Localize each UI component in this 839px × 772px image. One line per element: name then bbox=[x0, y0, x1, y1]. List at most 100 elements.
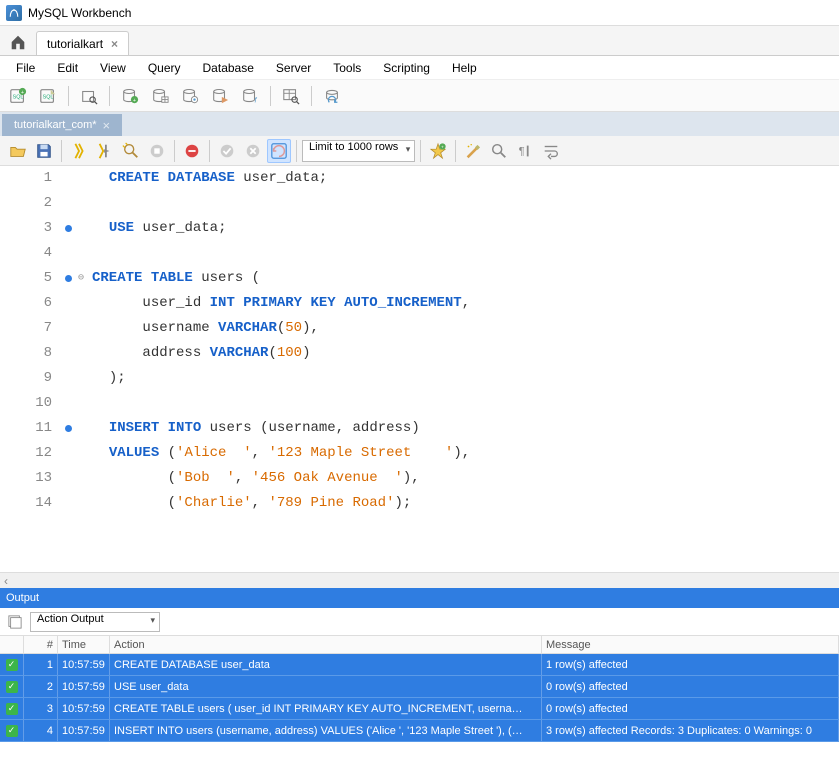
scroll-left-icon[interactable]: ‹ bbox=[4, 574, 8, 588]
home-button[interactable] bbox=[4, 29, 32, 55]
code-line[interactable] bbox=[92, 241, 839, 266]
menu-help[interactable]: Help bbox=[442, 58, 487, 78]
code-line[interactable] bbox=[92, 391, 839, 416]
statement-dot-icon bbox=[65, 275, 72, 282]
menu-scripting[interactable]: Scripting bbox=[373, 58, 440, 78]
code-line[interactable]: VALUES ('Alice ', '123 Maple Street '), bbox=[92, 441, 839, 466]
editor-tab[interactable]: tutorialkart_com* × bbox=[2, 114, 122, 136]
line-number: 6 bbox=[0, 291, 52, 316]
execute-current-icon[interactable] bbox=[93, 139, 117, 163]
status-cell: ✓ bbox=[0, 654, 24, 675]
snippets-icon[interactable]: + bbox=[426, 139, 450, 163]
row-time: 10:57:59 bbox=[58, 654, 110, 675]
menu-server[interactable]: Server bbox=[266, 58, 321, 78]
statement-marker bbox=[58, 366, 78, 391]
connection-tab-label: tutorialkart bbox=[47, 37, 103, 51]
line-number: 4 bbox=[0, 241, 52, 266]
output-row[interactable]: ✓110:57:59CREATE DATABASE user_data1 row… bbox=[0, 654, 839, 676]
close-icon[interactable]: × bbox=[111, 37, 118, 51]
menu-edit[interactable]: Edit bbox=[47, 58, 88, 78]
line-number: 13 bbox=[0, 466, 52, 491]
code-line[interactable] bbox=[92, 191, 839, 216]
code-line[interactable]: USE user_data; bbox=[92, 216, 839, 241]
svg-text:¶: ¶ bbox=[519, 145, 525, 157]
output-type-select[interactable]: Action Output bbox=[30, 612, 160, 632]
stop-icon[interactable] bbox=[145, 139, 169, 163]
code-line[interactable]: CREATE DATABASE user_data; bbox=[92, 166, 839, 191]
output-row[interactable]: ✓410:57:59INSERT INTO users (username, a… bbox=[0, 720, 839, 742]
row-limit-label: Limit to 1000 rows bbox=[309, 141, 398, 153]
explain-icon[interactable] bbox=[119, 139, 143, 163]
db-func-icon[interactable]: f bbox=[238, 84, 262, 108]
sql-editor[interactable]: 1234567891011121314 ⊖ CREATE DATABASE us… bbox=[0, 166, 839, 572]
horizontal-scroll-indicator[interactable]: ‹ bbox=[0, 572, 839, 588]
statement-marker bbox=[58, 316, 78, 341]
fold-toggle[interactable]: ⊖ bbox=[78, 266, 92, 291]
fold-toggle bbox=[78, 216, 92, 241]
execute-icon[interactable] bbox=[67, 139, 91, 163]
autocommit-toggle-icon[interactable] bbox=[267, 139, 291, 163]
line-number: 2 bbox=[0, 191, 52, 216]
fold-toggle bbox=[78, 466, 92, 491]
new-sql-tab-icon[interactable]: SQL+ bbox=[6, 84, 30, 108]
rollback-icon[interactable] bbox=[241, 139, 265, 163]
line-number: 1 bbox=[0, 166, 52, 191]
menu-view[interactable]: View bbox=[90, 58, 136, 78]
menu-database[interactable]: Database bbox=[193, 58, 264, 78]
svg-text:+: + bbox=[21, 89, 24, 95]
code-line[interactable]: address VARCHAR(100) bbox=[92, 341, 839, 366]
beautify-icon[interactable] bbox=[461, 139, 485, 163]
status-cell: ✓ bbox=[0, 676, 24, 697]
toolbar-separator bbox=[61, 140, 62, 162]
code-line[interactable]: username VARCHAR(50), bbox=[92, 316, 839, 341]
toolbar-separator bbox=[209, 140, 210, 162]
menu-file[interactable]: File bbox=[6, 58, 45, 78]
svg-text:f: f bbox=[255, 95, 258, 104]
save-icon[interactable] bbox=[32, 139, 56, 163]
code-line[interactable]: CREATE TABLE users ( bbox=[92, 266, 839, 291]
wrap-icon[interactable] bbox=[539, 139, 563, 163]
db-add-icon[interactable]: + bbox=[118, 84, 142, 108]
line-number: 3 bbox=[0, 216, 52, 241]
invisible-chars-icon[interactable]: ¶ bbox=[513, 139, 537, 163]
open-sql-file-icon[interactable]: SQL bbox=[36, 84, 60, 108]
find-icon[interactable] bbox=[487, 139, 511, 163]
db-proc-icon[interactable] bbox=[208, 84, 232, 108]
line-number: 11 bbox=[0, 416, 52, 441]
toolbar-separator bbox=[109, 86, 110, 106]
stop-on-error-icon[interactable] bbox=[180, 139, 204, 163]
code-content[interactable]: CREATE DATABASE user_data; USE user_data… bbox=[92, 166, 839, 572]
connection-tab[interactable]: tutorialkart × bbox=[36, 31, 129, 55]
output-table-header: # Time Action Message bbox=[0, 636, 839, 654]
toolbar-separator bbox=[68, 86, 69, 106]
output-row[interactable]: ✓310:57:59CREATE TABLE users ( user_id I… bbox=[0, 698, 839, 720]
code-line[interactable]: INSERT INTO users (username, address) bbox=[92, 416, 839, 441]
inspector-icon[interactable] bbox=[77, 84, 101, 108]
menu-query[interactable]: Query bbox=[138, 58, 191, 78]
close-icon[interactable]: × bbox=[103, 118, 111, 133]
code-line[interactable]: ('Bob ', '456 Oak Avenue '), bbox=[92, 466, 839, 491]
row-message: 0 row(s) affected bbox=[542, 698, 839, 719]
row-limit-select[interactable]: Limit to 1000 rows bbox=[302, 140, 415, 162]
open-file-icon[interactable] bbox=[6, 139, 30, 163]
output-layout-icon[interactable] bbox=[6, 613, 24, 631]
statement-marker bbox=[58, 491, 78, 516]
output-controls: Action Output bbox=[0, 608, 839, 636]
status-cell: ✓ bbox=[0, 698, 24, 719]
code-line[interactable]: ('Charlie', '789 Pine Road'); bbox=[92, 491, 839, 516]
output-row[interactable]: ✓210:57:59USE user_data0 row(s) affected bbox=[0, 676, 839, 698]
editor-tab-strip: tutorialkart_com* × bbox=[0, 112, 839, 136]
fold-toggle bbox=[78, 416, 92, 441]
toolbar-separator bbox=[420, 140, 421, 162]
db-view-icon[interactable] bbox=[178, 84, 202, 108]
code-line[interactable]: user_id INT PRIMARY KEY AUTO_INCREMENT, bbox=[92, 291, 839, 316]
db-table-icon[interactable] bbox=[148, 84, 172, 108]
fold-toggle bbox=[78, 241, 92, 266]
statement-marker bbox=[58, 216, 78, 241]
reconnect-icon[interactable] bbox=[320, 84, 344, 108]
fold-toggle bbox=[78, 191, 92, 216]
menu-tools[interactable]: Tools bbox=[323, 58, 371, 78]
search-table-icon[interactable] bbox=[279, 84, 303, 108]
commit-icon[interactable] bbox=[215, 139, 239, 163]
code-line[interactable]: ); bbox=[92, 366, 839, 391]
